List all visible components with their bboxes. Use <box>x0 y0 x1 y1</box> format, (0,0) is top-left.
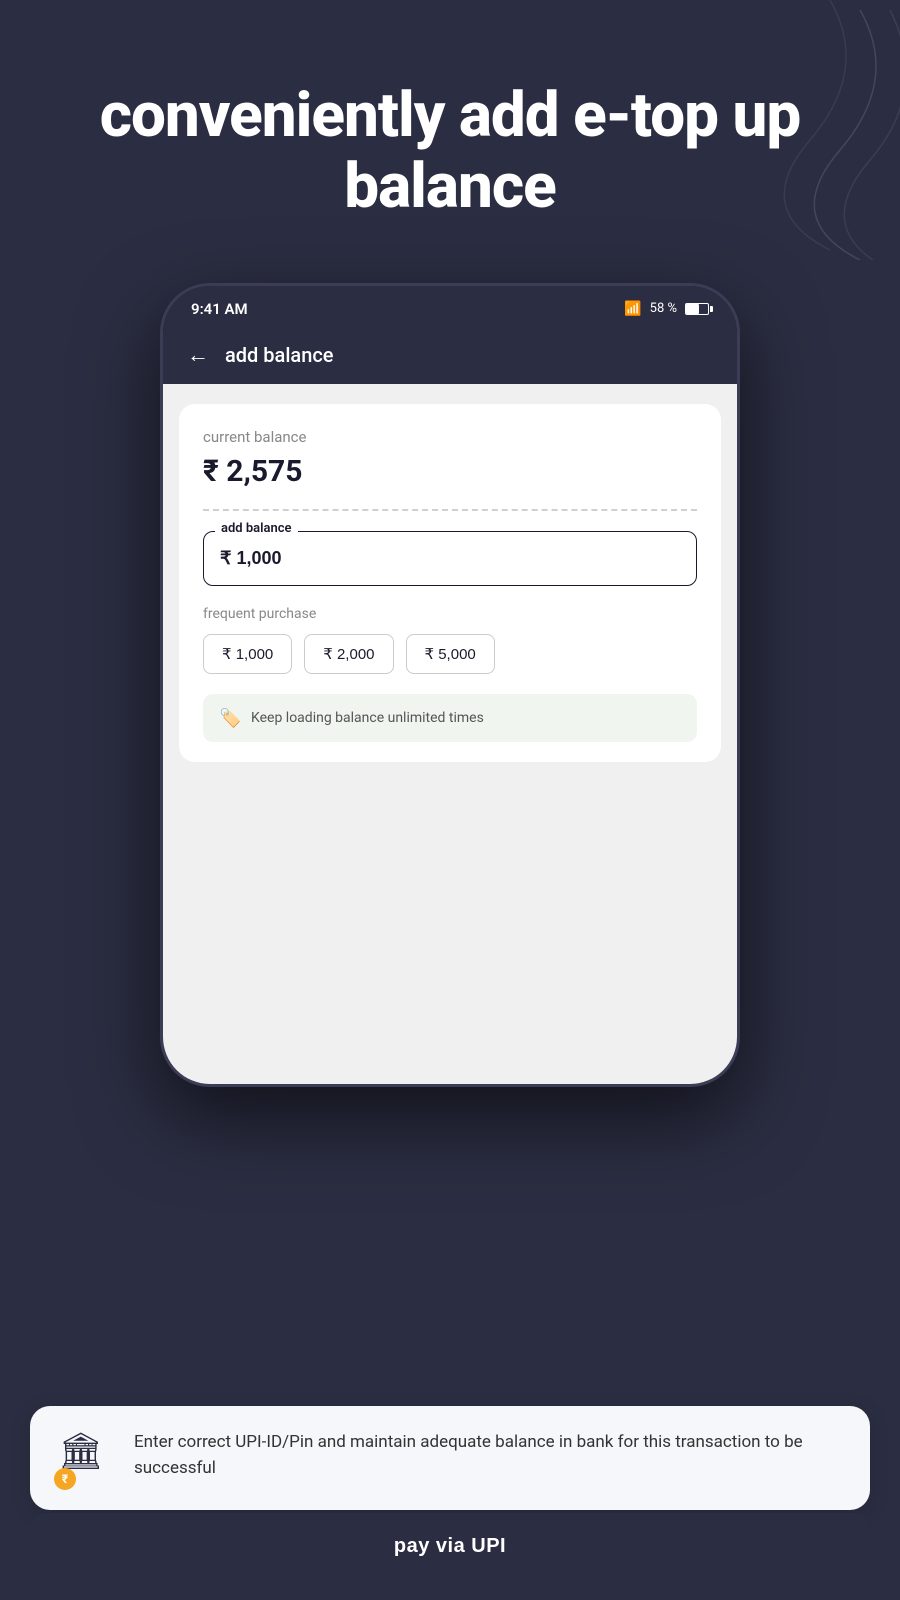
wifi-icon: 📶 <box>624 301 641 317</box>
current-balance-label: current balance <box>203 428 697 446</box>
bookmark-icon: 🏷️ <box>219 708 239 728</box>
amount-btn-2000[interactable]: ₹ 2,000 <box>304 634 393 674</box>
battery-icon <box>685 303 709 315</box>
info-banner-text: Keep loading balance unlimited times <box>251 710 484 726</box>
phone-content: current balance ₹ 2,575 add balance freq… <box>163 384 737 1084</box>
battery-percent: 58 % <box>650 301 677 316</box>
bottom-bar: pay via UPI <box>0 1513 900 1600</box>
balance-input[interactable] <box>203 531 697 586</box>
add-balance-wrapper: add balance <box>203 531 697 586</box>
back-button[interactable]: ← <box>187 342 209 368</box>
phone-mockup: 9:41 AM 📶 58 % ← add balance current ba <box>160 283 740 1087</box>
frequent-purchase-label: frequent purchase <box>203 606 697 622</box>
header-title: conveniently add e-top up balance <box>60 80 840 223</box>
bank-icon: 🏛 <box>58 1430 104 1472</box>
info-banner: 🏷️ Keep loading balance unlimited times <box>203 694 697 742</box>
amount-btn-1000[interactable]: ₹ 1,000 <box>203 634 292 674</box>
input-label: add balance <box>215 521 298 536</box>
bank-icon-wrapper: 🏛 ₹ <box>58 1430 114 1486</box>
navbar-title: add balance <box>225 343 333 367</box>
pay-button[interactable]: pay via UPI <box>30 1513 870 1580</box>
bottom-notification: 🏛 ₹ Enter correct UPI-ID/Pin and maintai… <box>30 1406 870 1510</box>
coin-badge: ₹ <box>54 1468 76 1490</box>
page-header: conveniently add e-top up balance <box>0 0 900 263</box>
notification-text: Enter correct UPI-ID/Pin and maintain ad… <box>134 1430 842 1481</box>
dashed-divider <box>203 509 697 511</box>
balance-card: current balance ₹ 2,575 add balance freq… <box>179 404 721 762</box>
amount-btn-5000[interactable]: ₹ 5,000 <box>406 634 495 674</box>
amount-buttons: ₹ 1,000 ₹ 2,000 ₹ 5,000 <box>203 634 697 674</box>
status-time: 9:41 AM <box>191 300 248 318</box>
current-balance-amount: ₹ 2,575 <box>203 454 697 489</box>
status-icons: 📶 58 % <box>624 301 709 317</box>
app-navbar: ← add balance <box>163 328 737 384</box>
phone-wrapper: 9:41 AM 📶 58 % ← add balance current ba <box>0 283 900 1087</box>
status-bar: 9:41 AM 📶 58 % <box>163 286 737 328</box>
